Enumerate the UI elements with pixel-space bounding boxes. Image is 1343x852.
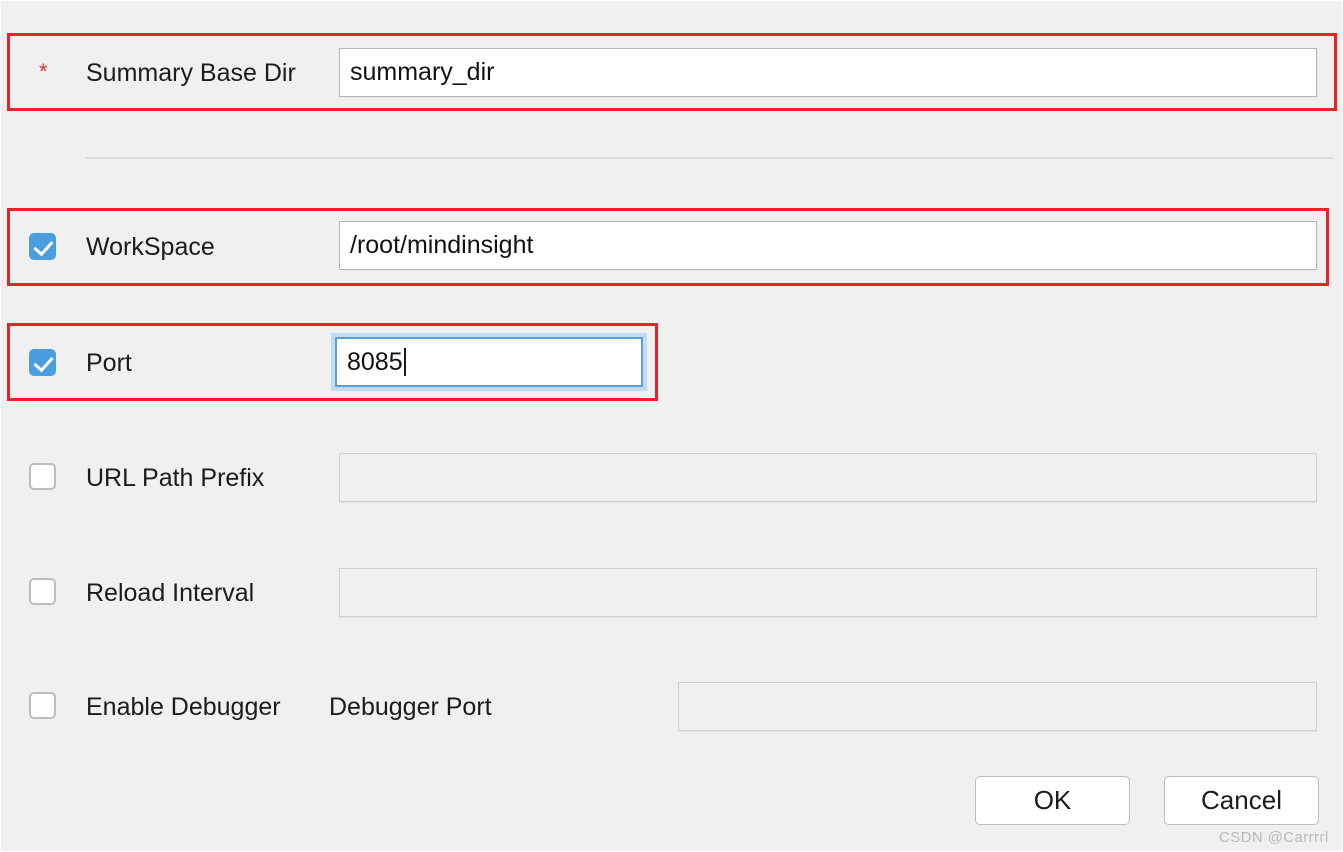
input-value-summary-base-dir: summary_dir (350, 58, 495, 86)
input-debugger-port[interactable] (678, 682, 1317, 731)
label-reload-interval: Reload Interval (86, 579, 255, 607)
checkbox-url-path-prefix[interactable] (29, 463, 56, 490)
checkbox-reload-interval[interactable] (29, 578, 56, 605)
text-cursor (403, 348, 406, 376)
input-url-path-prefix[interactable] (339, 453, 1317, 502)
label-debugger-port: Debugger Port (329, 693, 492, 721)
input-workspace[interactable]: /root/mindinsight (339, 221, 1317, 270)
watermark-label: CSDN @Carrrrl (1219, 829, 1329, 846)
label-port: Port (86, 349, 132, 377)
input-value-workspace: /root/mindinsight (350, 231, 534, 259)
section-divider (85, 157, 1333, 159)
checkbox-workspace[interactable] (29, 233, 56, 260)
required-asterisk-summary-base-dir: * (39, 59, 48, 84)
mindinsight-run-config-dialog: * Summary Base Dir summary_dir WorkSpace… (0, 0, 1343, 852)
checkbox-enable-debugger[interactable] (29, 692, 56, 719)
input-summary-base-dir[interactable]: summary_dir (339, 48, 1317, 97)
ok-button[interactable]: OK (975, 776, 1130, 825)
checkbox-port[interactable] (29, 349, 56, 376)
cancel-button[interactable]: Cancel (1164, 776, 1319, 825)
label-enable-debugger: Enable Debugger (86, 693, 281, 721)
input-port[interactable]: 8085 (331, 333, 647, 391)
label-url-path-prefix: URL Path Prefix (86, 464, 265, 492)
input-reload-interval[interactable] (339, 568, 1317, 617)
input-value-port: 8085 (347, 347, 403, 376)
label-summary-base-dir: Summary Base Dir (86, 59, 296, 87)
label-workspace: WorkSpace (86, 233, 215, 261)
